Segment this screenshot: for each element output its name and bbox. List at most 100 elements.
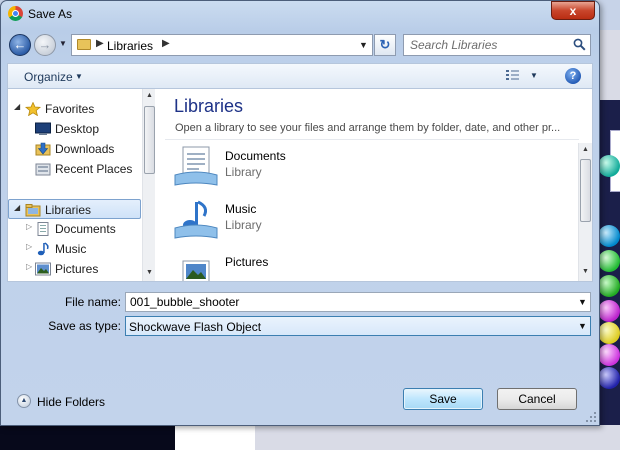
filename-combobox[interactable]: ▼ (125, 292, 591, 312)
change-view-icon[interactable] (505, 69, 521, 83)
collapse-arrow-icon[interactable]: ◢ (14, 203, 20, 212)
sidebar-item-favorites[interactable]: ◢ Favorites (8, 99, 141, 119)
recent-places-icon (35, 163, 51, 176)
list-item-pictures-library[interactable]: Pictures (171, 251, 551, 281)
bubble (598, 367, 620, 389)
chevron-up-icon: ▲ (17, 394, 31, 408)
sidebar-item-libraries[interactable]: ◢ Libraries (8, 199, 141, 219)
file-list-scrollbar[interactable]: ▲ ▼ (578, 143, 592, 281)
search-icon[interactable] (573, 38, 586, 51)
sidebar-item-recent-places[interactable]: Recent Places (8, 159, 141, 179)
forward-button[interactable]: → (34, 34, 56, 56)
recent-pages-dropdown[interactable]: ▼ (59, 39, 67, 48)
organize-button[interactable]: Organize (24, 70, 73, 84)
filename-field[interactable] (128, 294, 572, 310)
savetype-value: Shockwave Flash Object (129, 320, 262, 334)
library-type: Library (225, 218, 262, 232)
sidebar-item-label: Desktop (55, 122, 100, 136)
documents-icon (37, 222, 49, 236)
page-subtitle: Open a library to see your files and arr… (175, 122, 561, 134)
expand-arrow-icon[interactable]: ▷ (26, 262, 32, 271)
bubble (598, 344, 620, 366)
library-name: Documents (225, 149, 286, 163)
expand-arrow-icon[interactable]: ▷ (26, 242, 32, 251)
close-button[interactable]: x (551, 1, 595, 20)
sidebar-item-music[interactable]: ▷ Music (8, 239, 141, 259)
scroll-down-icon[interactable]: ▼ (146, 269, 153, 276)
pictures-library-icon (182, 260, 210, 281)
library-name: Pictures (225, 255, 269, 269)
scroll-up-icon[interactable]: ▲ (582, 146, 589, 153)
scroll-up-icon[interactable]: ▲ (146, 92, 153, 99)
breadcrumb-separator-icon[interactable]: ▶ (96, 38, 104, 49)
star-icon (25, 102, 41, 116)
sidebar-item-label: Music (55, 242, 87, 256)
background-white-strip (175, 425, 255, 450)
scrollbar-thumb[interactable] (580, 159, 591, 222)
scrollbar-thumb[interactable] (144, 106, 155, 174)
bubble (598, 300, 620, 322)
help-icon[interactable]: ? (565, 68, 581, 84)
window-title: Save As (28, 7, 73, 21)
sidebar-item-label: Downloads (55, 142, 115, 156)
sidebar-item-label: Recent Places (55, 162, 133, 176)
breadcrumb-separator-icon[interactable]: ▶ (162, 38, 170, 49)
collapse-arrow-icon[interactable]: ◢ (14, 102, 20, 111)
file-list-pane[interactable]: Libraries Open a library to see your fil… (155, 89, 593, 282)
view-options-dropdown-icon[interactable]: ▼ (530, 71, 538, 80)
sidebar-item-downloads[interactable]: Downloads (8, 139, 141, 159)
address-bar[interactable]: ▶ Libraries ▶ ▼ (71, 34, 373, 56)
libraries-icon (25, 204, 41, 217)
search-box[interactable] (403, 34, 591, 56)
save-as-dialog: Save As x ← → ▼ ▶ Libraries ▶ ▼ ↻ Organi… (0, 0, 600, 426)
sidebar-item-pictures[interactable]: ▷ Pictures (8, 259, 141, 279)
desktop-icon (35, 122, 51, 135)
sidebar-item-label: Pictures (55, 262, 99, 276)
music-library-icon (174, 200, 218, 239)
list-item-documents-library[interactable]: Documents Library (171, 145, 551, 193)
library-type: Library (225, 165, 262, 179)
back-button[interactable]: ← (9, 34, 31, 56)
scroll-down-icon[interactable]: ▼ (582, 268, 589, 275)
hide-folders-label: Hide Folders (37, 395, 106, 409)
savetype-label: Save as type: (48, 319, 121, 333)
address-history-dropdown[interactable]: ▼ (359, 40, 368, 50)
chrome-icon (8, 6, 23, 21)
title-bar[interactable]: Save As x (1, 1, 599, 27)
libraries-folder-icon (77, 39, 91, 50)
navigation-pane[interactable]: ◢ Favorites Desktop Downloads Recent Pla… (7, 89, 155, 282)
savetype-dropdown-icon[interactable]: ▼ (578, 321, 587, 331)
pictures-icon (35, 262, 51, 276)
expand-arrow-icon[interactable]: ▷ (26, 222, 32, 231)
list-item-music-library[interactable]: Music Library (171, 198, 551, 246)
library-name: Music (225, 202, 257, 216)
command-bar: Organize ▼ ▼ ? (7, 63, 593, 89)
bubble (598, 275, 620, 297)
bubble (598, 225, 620, 247)
bubble (598, 155, 620, 177)
filename-dropdown-icon[interactable]: ▼ (578, 297, 587, 307)
search-input[interactable] (406, 37, 574, 53)
refresh-button[interactable]: ↻ (374, 34, 396, 56)
downloads-icon (35, 142, 51, 156)
sidebar-item-label: Favorites (45, 102, 95, 116)
divider (165, 139, 579, 140)
breadcrumb-libraries[interactable]: Libraries (107, 39, 153, 53)
background-dark-strip (0, 425, 175, 450)
cancel-button[interactable]: Cancel (497, 388, 577, 410)
sidebar-item-label: Libraries (45, 203, 92, 217)
organize-dropdown-icon[interactable]: ▼ (75, 72, 83, 81)
bubble (598, 250, 620, 272)
documents-library-icon (174, 146, 218, 186)
sidebar-item-label: Documents (55, 222, 116, 236)
savetype-select[interactable]: Shockwave Flash Object ▼ (125, 316, 591, 336)
navigation-scrollbar[interactable]: ▲ ▼ (142, 89, 155, 281)
resize-grip-icon[interactable] (585, 411, 597, 423)
music-icon (37, 242, 49, 256)
save-button[interactable]: Save (403, 388, 483, 410)
sidebar-item-desktop[interactable]: Desktop (8, 119, 141, 139)
filename-label: File name: (64, 295, 121, 309)
sidebar-item-documents[interactable]: ▷ Documents (8, 219, 141, 239)
bubble (598, 322, 620, 344)
page-title: Libraries (174, 96, 244, 116)
